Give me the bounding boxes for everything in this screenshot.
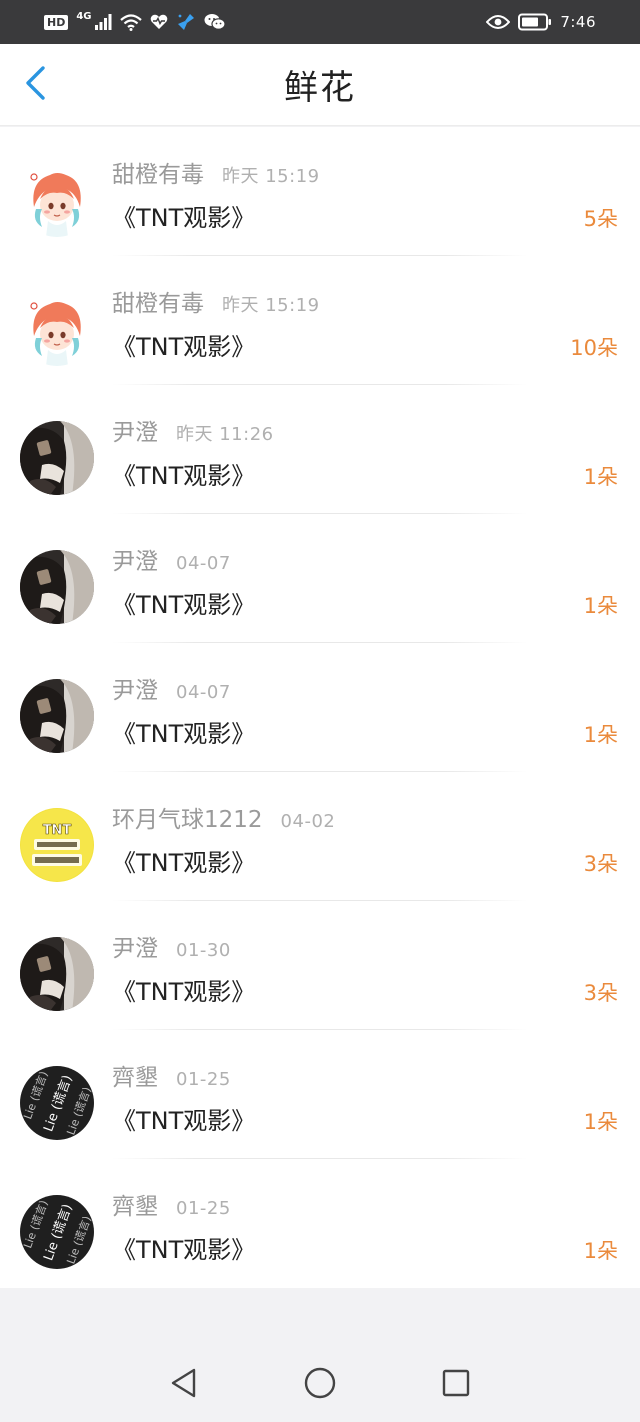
lie-black-avatar[interactable]: Lie (谎言) Lie (谎言) Lie (谎言) <box>20 1066 94 1140</box>
status-bar-left: HD 4G <box>44 10 226 32</box>
gift-time: 01-25 <box>176 1069 231 1090</box>
list-item[interactable]: Lie (谎言) Lie (谎言) Lie (谎言) 齊墾 01-25 《TNT观影》 1朵 <box>0 1159 640 1288</box>
list-item[interactable]: 尹澄 昨天 11:26 《TNT观影》 1朵 <box>0 385 640 514</box>
sender-meta: 尹澄 01-30 <box>112 929 231 963</box>
sender-meta: 甜橙有毒 昨天 15:19 <box>112 284 320 318</box>
sender-meta: 尹澄 04-07 <box>112 542 231 576</box>
work-title[interactable]: 《TNT观影》 <box>112 843 255 878</box>
status-bar: HD 4G 7:46 <box>0 0 640 44</box>
gift-time: 04-07 <box>176 553 231 574</box>
list-item[interactable]: TNT 环月气球1212 04-02 《TNT观影》 3朵 <box>0 772 640 901</box>
sender-meta: 齊墾 01-25 <box>112 1187 231 1221</box>
page-title: 鲜花 <box>284 68 356 108</box>
app-screen: HD 4G 7:46 鲜花 甜橙有毒 昨天 15:19 《TNT观影》 5朵 甜… <box>0 0 640 1422</box>
wifi-icon <box>119 13 142 31</box>
work-title[interactable]: 《TNT观影》 <box>112 327 255 362</box>
work-title[interactable]: 《TNT观影》 <box>112 1230 255 1265</box>
system-nav-bar <box>0 1348 640 1422</box>
flower-count: 5朵 <box>583 207 618 231</box>
tnt-yellow-avatar[interactable]: TNT <box>20 808 94 882</box>
gift-time: 01-30 <box>176 940 231 961</box>
nav-home-button[interactable] <box>298 1363 342 1407</box>
work-title[interactable]: 《TNT观影》 <box>112 1101 255 1136</box>
sender-name[interactable]: 尹澄 <box>112 671 158 705</box>
work-title[interactable]: 《TNT观影》 <box>112 456 255 491</box>
list-item[interactable]: 甜橙有毒 昨天 15:19 《TNT观影》 5朵 <box>0 127 640 256</box>
sender-meta: 尹澄 昨天 11:26 <box>112 413 274 447</box>
sender-name[interactable]: 尹澄 <box>112 413 158 447</box>
work-title[interactable]: 《TNT观影》 <box>112 714 255 749</box>
back-button[interactable] <box>18 66 52 104</box>
flower-count: 10朵 <box>570 336 618 360</box>
gift-time: 01-25 <box>176 1198 231 1219</box>
flower-count: 1朵 <box>583 594 618 618</box>
sender-meta: 环月气球1212 04-02 <box>112 800 335 834</box>
sender-meta: 齊墾 01-25 <box>112 1058 231 1092</box>
flower-count: 3朵 <box>583 981 618 1005</box>
flower-count: 1朵 <box>583 1239 618 1263</box>
list-item[interactable]: 甜橙有毒 昨天 15:19 《TNT观影》 10朵 <box>0 256 640 385</box>
sender-name[interactable]: 环月气球1212 <box>112 800 263 834</box>
cartoon-girl-avatar[interactable] <box>20 292 94 366</box>
work-title[interactable]: 《TNT观影》 <box>112 198 255 233</box>
eye-icon <box>486 14 511 30</box>
gift-time: 04-07 <box>176 682 231 703</box>
status-bar-right: 7:46 <box>486 13 596 31</box>
gift-time: 04-02 <box>280 811 336 832</box>
sender-name[interactable]: 齊墾 <box>112 1187 158 1221</box>
sender-name[interactable]: 尹澄 <box>112 929 158 963</box>
flower-gift-list: 甜橙有毒 昨天 15:19 《TNT观影》 5朵 甜橙有毒 昨天 15:19 《TNT观影》… <box>0 127 640 1288</box>
clock: 7:46 <box>560 13 596 31</box>
flower-count: 1朵 <box>583 465 618 489</box>
sender-name[interactable]: 尹澄 <box>112 542 158 576</box>
signal-icon <box>94 14 112 30</box>
sender-meta: 甜橙有毒 昨天 15:19 <box>112 155 320 189</box>
flower-count: 3朵 <box>583 852 618 876</box>
dark-photo-avatar[interactable] <box>20 421 94 495</box>
nav-recents-button[interactable] <box>434 1363 478 1407</box>
list-item[interactable]: 尹澄 04-07 《TNT观影》 1朵 <box>0 643 640 772</box>
dark-photo-avatar[interactable] <box>20 679 94 753</box>
wechat-icon <box>204 13 226 31</box>
network-type: 4G <box>76 10 92 22</box>
home-circle-icon <box>303 1366 337 1404</box>
sender-name[interactable]: 甜橙有毒 <box>112 155 204 189</box>
nav-back-button[interactable] <box>162 1363 206 1407</box>
sender-name[interactable]: 齊墾 <box>112 1058 158 1092</box>
lie-black-avatar[interactable]: Lie (谎言) Lie (谎言) Lie (谎言) <box>20 1195 94 1269</box>
gift-time: 昨天 11:26 <box>176 424 274 445</box>
list-item[interactable]: Lie (谎言) Lie (谎言) Lie (谎言) 齊墾 01-25 《TNT观影》 1朵 <box>0 1030 640 1159</box>
list-item[interactable]: 尹澄 01-30 《TNT观影》 3朵 <box>0 901 640 1030</box>
sender-name[interactable]: 甜橙有毒 <box>112 284 204 318</box>
chevron-left-icon <box>24 65 46 105</box>
list-item[interactable]: 尹澄 04-07 《TNT观影》 1朵 <box>0 514 640 643</box>
cartoon-girl-avatar[interactable] <box>20 163 94 237</box>
flower-count: 1朵 <box>583 1110 618 1134</box>
back-triangle-icon <box>169 1367 199 1403</box>
dark-photo-avatar[interactable] <box>20 937 94 1011</box>
dark-photo-avatar[interactable] <box>20 550 94 624</box>
gift-time: 昨天 15:19 <box>222 295 320 316</box>
cleaner-icon <box>176 12 196 32</box>
battery-icon <box>518 13 552 31</box>
flower-count: 1朵 <box>583 723 618 747</box>
svg-text:TNT: TNT <box>43 823 72 838</box>
work-title[interactable]: 《TNT观影》 <box>112 585 255 620</box>
hd-badge: HD <box>44 14 69 30</box>
recents-square-icon <box>441 1368 471 1402</box>
sender-meta: 尹澄 04-07 <box>112 671 231 705</box>
gift-time: 昨天 15:19 <box>222 166 320 187</box>
health-icon <box>150 14 168 30</box>
work-title[interactable]: 《TNT观影》 <box>112 972 255 1007</box>
page-header: 鲜花 <box>0 44 640 126</box>
